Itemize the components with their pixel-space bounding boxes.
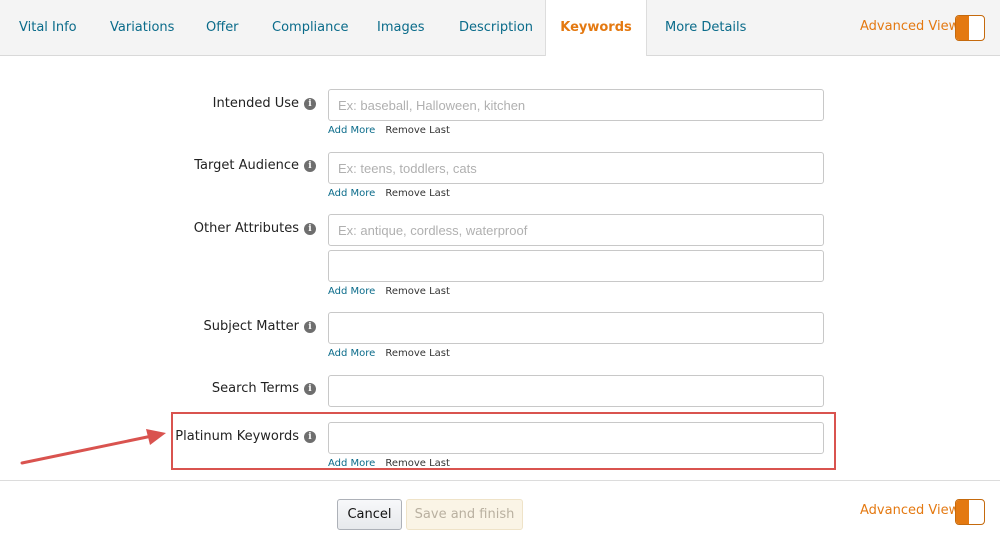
advanced-view-toggle-bottom[interactable] [955,499,985,525]
remove-last-link[interactable]: Remove Last [385,348,450,359]
intended-use-input[interactable] [328,89,824,121]
remove-last-link[interactable]: Remove Last [385,125,450,136]
advanced-view-label-top: Advanced View [860,19,960,34]
remove-last-link[interactable]: Remove Last [385,286,450,297]
tab-variations[interactable]: Variations [110,0,174,55]
remove-last-link[interactable]: Remove Last [385,188,450,199]
footer-divider [0,480,1000,481]
info-icon[interactable]: i [304,97,316,110]
add-more-link[interactable]: Add More [328,125,375,136]
target-audience-label-text: Target Audience [194,158,299,173]
tab-more-details[interactable]: More Details [665,0,746,55]
toggle-knob [956,16,969,40]
tab-keywords[interactable]: Keywords [545,0,647,56]
save-and-finish-button[interactable]: Save and finish [406,499,523,530]
advanced-view-label-bottom: Advanced View [860,503,960,518]
highlight-box [171,412,836,470]
target-audience-input[interactable] [328,152,824,184]
search-terms-label: Search Terms i [212,381,316,396]
intended-use-label-text: Intended Use [212,96,299,111]
annotation-arrow-icon [20,429,166,465]
intended-use-label: Intended Use i [213,96,316,111]
info-icon[interactable]: i [304,382,316,395]
add-more-link[interactable]: Add More [328,188,375,199]
subject-matter-input[interactable] [328,312,824,344]
search-terms-label-text: Search Terms [211,381,299,396]
other-attributes-input[interactable] [328,214,824,246]
search-terms-input[interactable] [328,375,824,407]
tab-description[interactable]: Description [459,0,533,55]
tab-bar: Vital Info Variations Offer Compliance I… [0,0,1000,56]
info-icon[interactable]: i [304,222,316,235]
advanced-view-toggle-top[interactable] [955,15,985,41]
subject-matter-label: Subject Matter i [204,319,316,334]
add-more-link[interactable]: Add More [328,286,375,297]
tab-offer[interactable]: Offer [206,0,239,55]
cancel-button[interactable]: Cancel [337,499,402,530]
other-attributes-input-2[interactable] [328,250,824,282]
info-icon[interactable]: i [304,159,316,172]
other-attributes-label-text: Other Attributes [193,221,299,236]
tab-images[interactable]: Images [377,0,425,55]
add-more-link[interactable]: Add More [328,348,375,359]
target-audience-label: Target Audience i [194,158,316,173]
target-audience-links: Add More Remove Last [328,188,450,199]
info-icon[interactable]: i [304,320,316,333]
intended-use-links: Add More Remove Last [328,125,450,136]
other-attributes-links: Add More Remove Last [328,286,450,297]
tab-compliance[interactable]: Compliance [272,0,349,55]
other-attributes-label: Other Attributes i [194,221,316,236]
toggle-knob [956,500,969,524]
subject-matter-label-text: Subject Matter [203,319,299,334]
tab-vital-info[interactable]: Vital Info [19,0,77,55]
subject-matter-links: Add More Remove Last [328,348,450,359]
